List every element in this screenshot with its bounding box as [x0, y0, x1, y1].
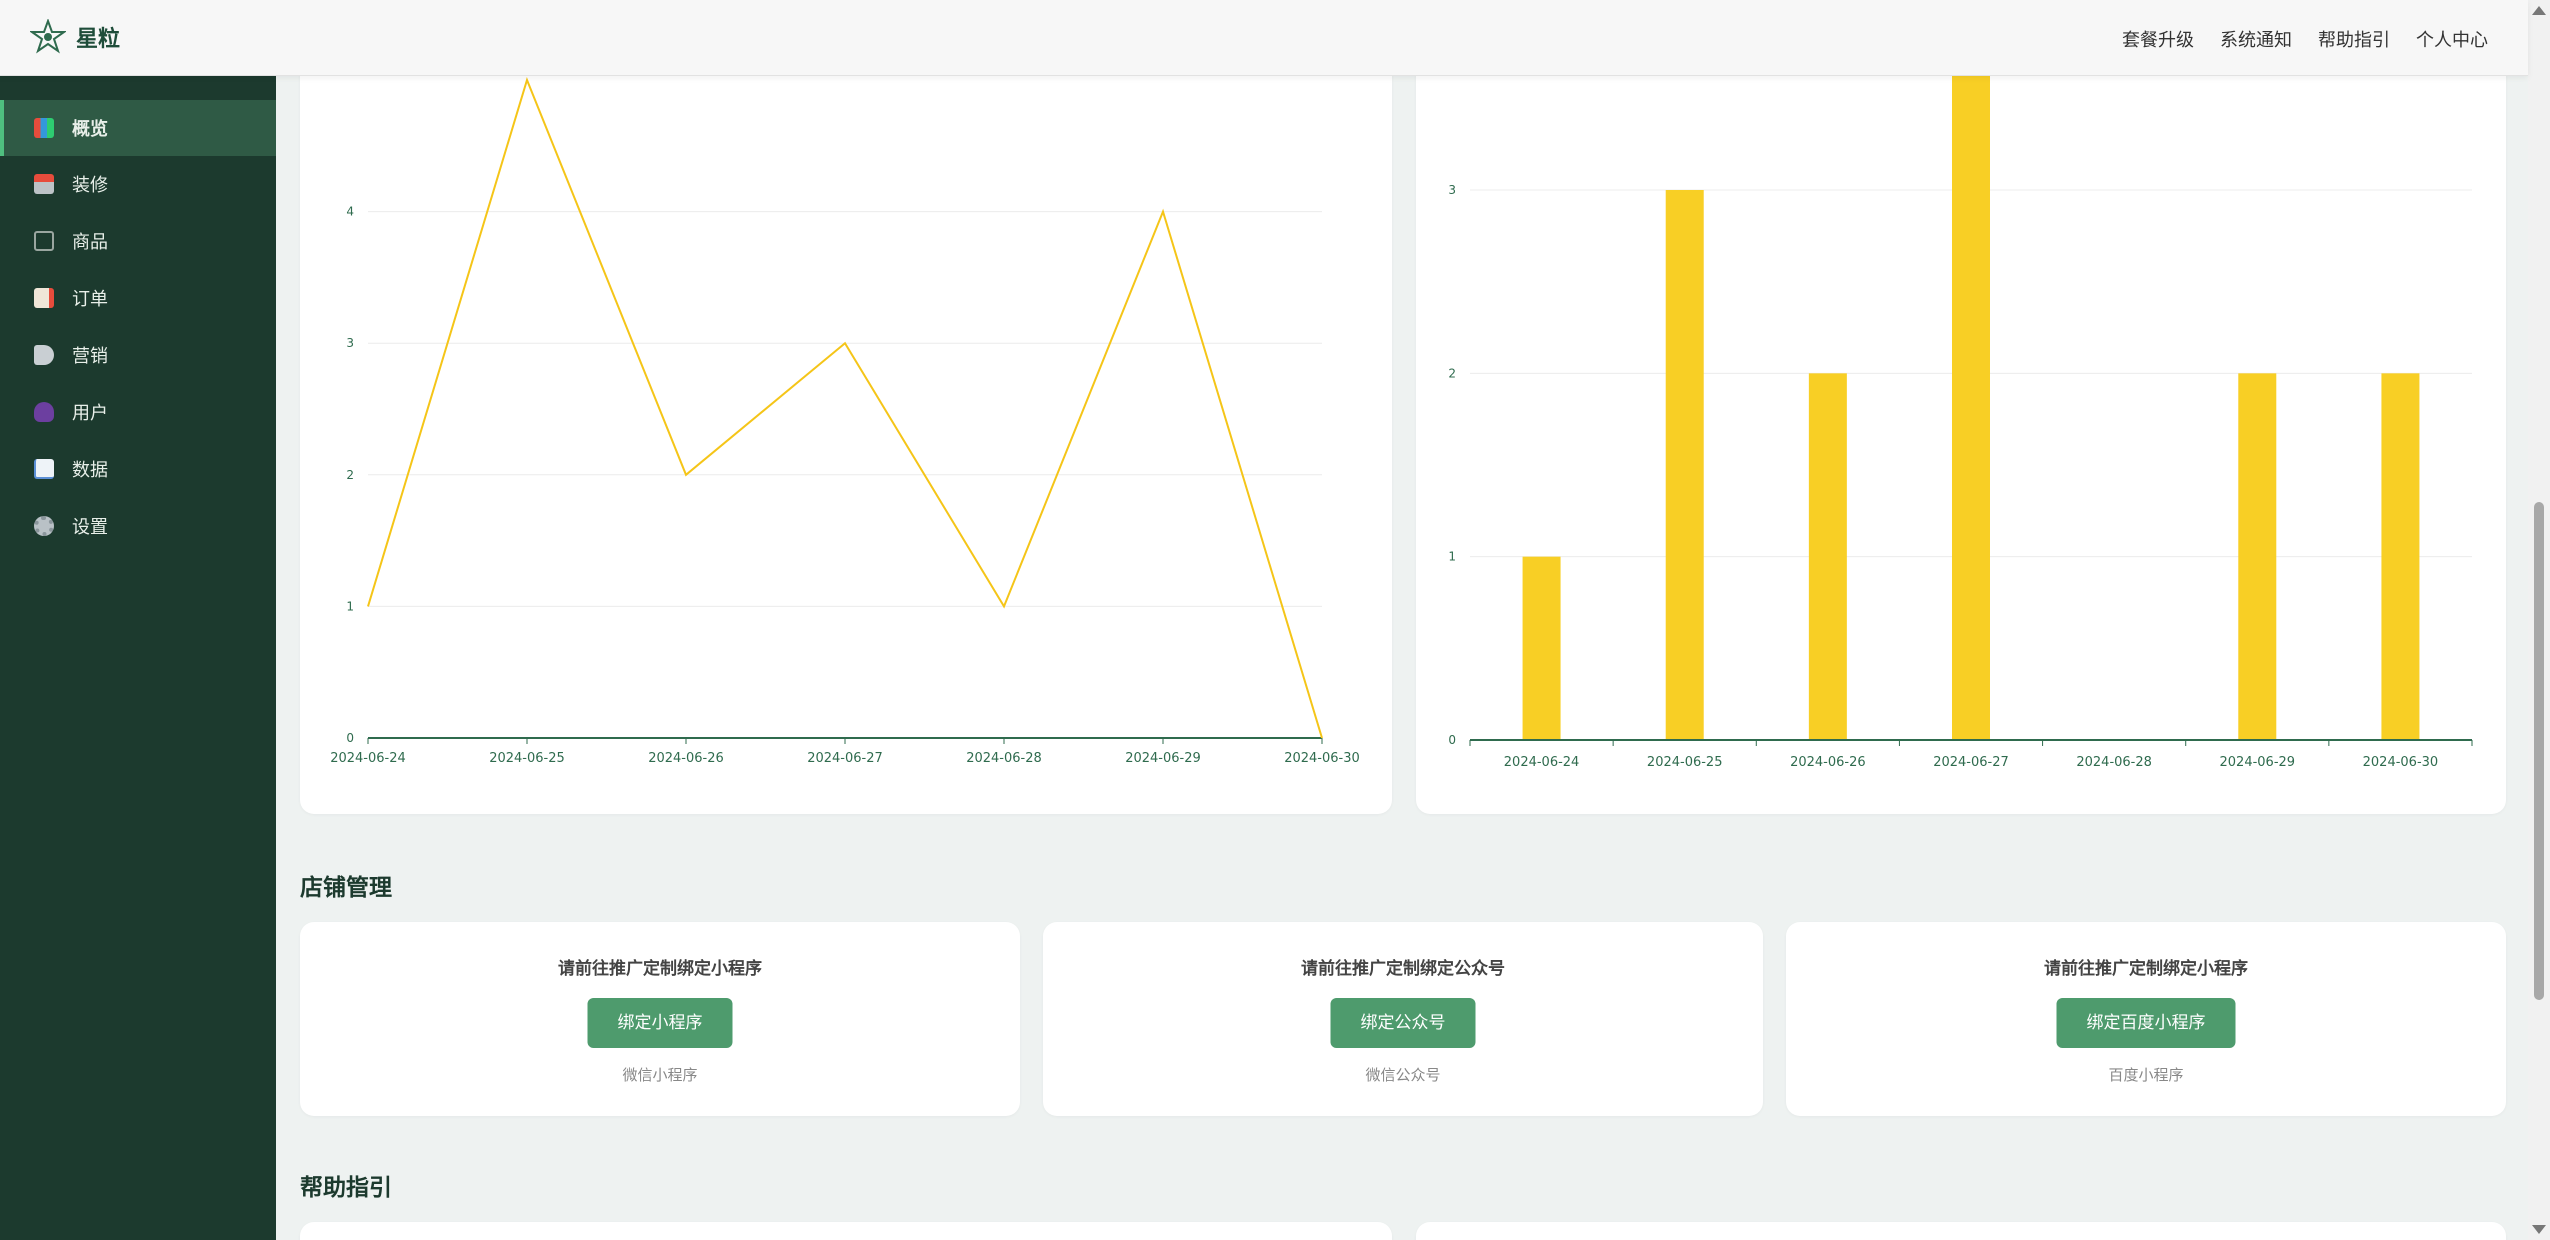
brand[interactable]: 星粒 [30, 19, 120, 55]
sidebar-item-orders[interactable]: 订单 [0, 270, 276, 326]
bind-miniprogram-button[interactable]: 绑定小程序 [587, 998, 733, 1048]
store-card-title: 请前往推广定制绑定小程序 [2044, 959, 2248, 979]
store-card-subtitle: 微信公众号 [1365, 1066, 1441, 1084]
sidebar-item-marketing[interactable]: 营销 [0, 327, 276, 383]
trend-icon [34, 459, 54, 479]
sidebar-item-label: 营销 [72, 346, 108, 367]
x-tick-label: 2024-06-28 [2076, 755, 2152, 770]
nav-plan-upgrade[interactable]: 套餐升级 [2122, 26, 2194, 52]
bar [2238, 373, 2277, 740]
brand-name: 星粒 [76, 27, 121, 52]
store-card-official-account: 请前往推广定制绑定公众号 绑定公众号 微信公众号 [1043, 922, 1763, 1116]
y-tick-label: 1 [1448, 550, 1456, 564]
x-tick-label: 2024-06-26 [1790, 755, 1866, 770]
x-tick-label: 2024-06-27 [1933, 755, 2009, 770]
top-header: 星粒 套餐升级 系统通知 帮助指引 个人中心 [0, 0, 2528, 76]
store-icon [34, 174, 54, 194]
sidebar-item-label: 设置 [72, 517, 108, 538]
help-card [300, 1222, 1392, 1240]
sidebar-item-label: 用户 [72, 403, 108, 424]
page-scrollbar[interactable] [2528, 0, 2550, 1240]
x-tick-label: 2024-06-30 [2363, 755, 2439, 770]
chart-icon [34, 118, 54, 138]
top-nav: 套餐升级 系统通知 帮助指引 个人中心 [2122, 26, 2488, 52]
nav-notifications[interactable]: 系统通知 [2220, 26, 2292, 52]
sidebar-item-overview[interactable]: 概览 [0, 100, 276, 156]
store-card-subtitle: 微信小程序 [622, 1066, 698, 1084]
x-tick-label: 2024-06-29 [2220, 755, 2296, 770]
y-tick-label: 3 [1448, 183, 1456, 197]
help-card [1416, 1222, 2506, 1240]
store-card-miniprogram: 请前往推广定制绑定小程序 绑定小程序 微信小程序 [300, 922, 1020, 1116]
sidebar-item-label: 商品 [72, 232, 108, 253]
bar [1952, 40, 1990, 740]
gear-icon [34, 516, 54, 536]
y-tick-label: 0 [346, 731, 354, 745]
bar-chart-card: 0 1 2 3 2024-06-24 2024-06-25 2024-06-26 2024-0… [1416, 40, 2506, 814]
bind-official-account-button[interactable]: 绑定公众号 [1330, 998, 1476, 1048]
order-icon [34, 288, 54, 308]
bar [1665, 190, 1704, 740]
x-tick-label: 2024-06-29 [1125, 751, 1201, 766]
x-tick-label: 2024-06-26 [648, 751, 724, 766]
scroll-thumb[interactable] [2534, 502, 2544, 1000]
scroll-up-icon[interactable] [2532, 6, 2546, 15]
star-logo-icon [30, 19, 66, 54]
sidebar-item-data[interactable]: 数据 [0, 441, 276, 497]
scroll-down-icon[interactable] [2532, 1225, 2546, 1234]
sidebar-item-label: 数据 [72, 460, 108, 481]
y-tick-label: 1 [346, 599, 354, 613]
sidebar: 概览 装修 商品 订单 营销 用户 数据 设置 [0, 76, 276, 1240]
line-chart-card: 0 1 2 3 4 2024-06-24 2024-06-25 2024-06-26 2024-… [300, 40, 1392, 814]
store-section-title: 店铺管理 [300, 875, 392, 901]
product-icon [34, 231, 54, 251]
store-card-subtitle: 百度小程序 [2108, 1066, 2184, 1084]
sidebar-item-users[interactable]: 用户 [0, 384, 276, 440]
y-tick-label: 0 [1448, 733, 1456, 747]
x-tick-label: 2024-06-30 [1284, 751, 1360, 766]
speaker-icon [34, 345, 54, 365]
store-card-baidu: 请前往推广定制绑定小程序 绑定百度小程序 百度小程序 [1786, 922, 2506, 1116]
y-tick-label: 3 [346, 336, 354, 350]
sidebar-item-label: 概览 [72, 119, 108, 140]
sidebar-item-label: 订单 [72, 289, 108, 310]
user-icon [34, 402, 54, 422]
sidebar-item-products[interactable]: 商品 [0, 213, 276, 269]
sidebar-item-decorate[interactable]: 装修 [0, 156, 276, 212]
x-tick-label: 2024-06-25 [1647, 755, 1723, 770]
bind-baidu-miniprogram-button[interactable]: 绑定百度小程序 [2056, 998, 2236, 1048]
nav-help[interactable]: 帮助指引 [2318, 26, 2390, 52]
y-tick-label: 2 [1448, 366, 1456, 380]
bar [1522, 556, 1561, 740]
store-card-title: 请前往推广定制绑定公众号 [1301, 959, 1505, 979]
y-tick-label: 4 [346, 205, 354, 219]
store-card-title: 请前往推广定制绑定小程序 [558, 959, 762, 979]
sidebar-item-settings[interactable]: 设置 [0, 498, 276, 554]
line-chart: 0 1 2 3 4 2024-06-24 2024-06-25 2024-06-26 2024-… [330, 76, 1360, 766]
bar [2381, 373, 2420, 740]
y-tick-label: 2 [346, 468, 354, 482]
x-tick-label: 2024-06-28 [966, 751, 1042, 766]
bar-chart: 0 1 2 3 2024-06-24 2024-06-25 2024-06-26 2024-0… [1448, 40, 2473, 770]
x-tick-label: 2024-06-27 [807, 751, 883, 766]
sidebar-item-label: 装修 [72, 175, 108, 196]
x-tick-label: 2024-06-24 [1504, 755, 1580, 770]
series-line [367, 76, 1323, 739]
nav-profile[interactable]: 个人中心 [2416, 26, 2488, 52]
x-tick-label: 2024-06-25 [489, 751, 565, 766]
bar [1808, 373, 1847, 740]
help-section-title: 帮助指引 [300, 1175, 392, 1201]
x-tick-label: 2024-06-24 [330, 751, 406, 766]
